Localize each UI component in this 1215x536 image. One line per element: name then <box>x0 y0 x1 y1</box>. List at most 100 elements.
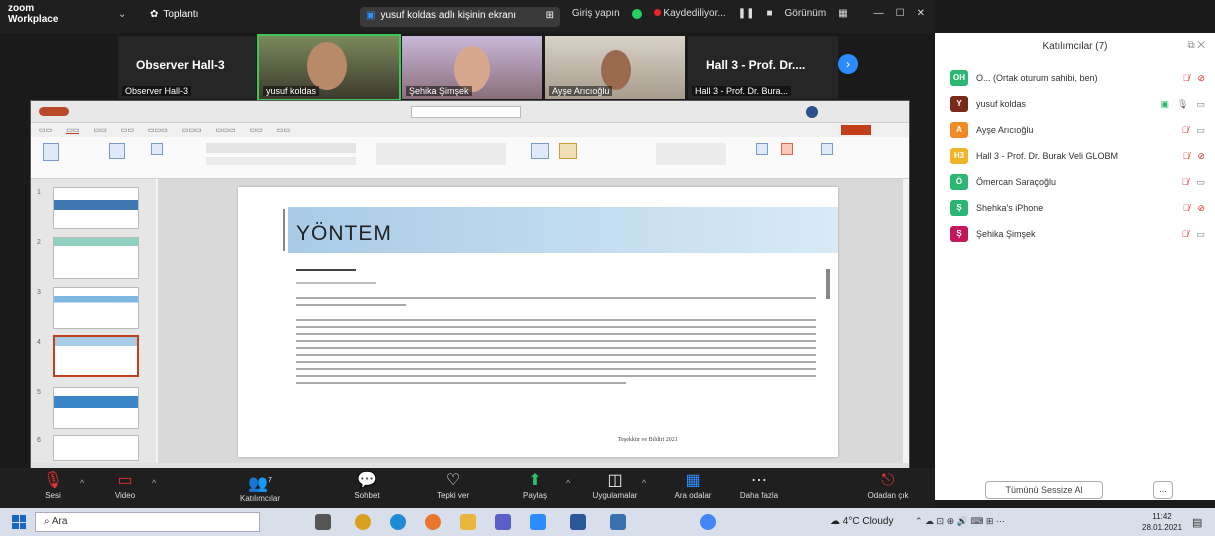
chevron-up-icon[interactable]: ^ <box>152 478 156 488</box>
participant-row[interactable]: OH O... (Ortak oturum sahibi, ben) 🎙̸ ⊘ <box>950 67 1205 89</box>
avatar: Ö <box>950 174 968 190</box>
mic-muted-icon[interactable]: 🎙̸ <box>1183 73 1190 83</box>
avatar: OH <box>950 70 968 86</box>
camera-off-icon[interactable]: ⊘ <box>1197 73 1205 84</box>
file-explorer-icon[interactable] <box>460 514 476 530</box>
taskbar-clock[interactable]: 11:42 28.01.2021 <box>1142 511 1182 533</box>
participant-row[interactable]: Y yusuf koldas ▣ 🎙 ▭ <box>950 93 1205 115</box>
mic-muted-icon[interactable]: 🎙̸ <box>1183 151 1190 161</box>
video-tile-yusuf[interactable]: yusuf koldas <box>257 34 401 101</box>
video-button[interactable]: ▭ Video <box>100 471 150 500</box>
participant-row[interactable]: A Ayşe Arıcıoğlu 🎙̸ ▭ <box>950 119 1205 141</box>
shapes-icon <box>531 143 549 159</box>
participant-name: yusuf koldas <box>976 99 1027 109</box>
slide-thumbnail <box>53 287 139 329</box>
camera-off-icon[interactable]: ⊘ <box>1197 151 1205 162</box>
chrome-alt-icon[interactable] <box>700 514 716 530</box>
zoom-app-icon[interactable] <box>530 514 546 530</box>
share-button[interactable]: ⬆ Paylaş <box>510 471 560 500</box>
chat-button[interactable]: 💬 Sohbet <box>342 471 392 500</box>
body-text-line <box>296 304 406 306</box>
close-icon[interactable]: ✕ <box>917 8 925 19</box>
leave-button[interactable]: ⎋ Odadan çık <box>860 471 916 500</box>
camera-icon[interactable]: ▭ <box>1196 177 1205 188</box>
stop-record-icon[interactable]: ■ <box>766 8 772 19</box>
edge-icon[interactable] <box>390 514 406 530</box>
vertical-scrollbar <box>826 269 830 299</box>
task-view-icon[interactable] <box>315 514 331 530</box>
participants-label: Katılımcılar <box>239 494 280 504</box>
participants-panel: Katılımcılar (7) ⧉ ✕ OH O... (Ortak otur… <box>935 33 1215 500</box>
mic-icon[interactable]: 🎙 <box>1177 99 1188 110</box>
more-options-button[interactable]: ... <box>1153 481 1173 499</box>
video-tile-observer[interactable]: Observer Hall-3 Observer Hall-3 <box>118 36 256 99</box>
camera-icon[interactable]: ▭ <box>1196 99 1205 110</box>
participant-name: Ömercan Saraçoğlu <box>976 177 1057 187</box>
sign-in-link[interactable]: Giriş yapın <box>572 8 620 19</box>
screen-share-icon: ▣ <box>1160 98 1170 109</box>
chevron-up-icon[interactable]: ^ <box>80 478 84 488</box>
mute-button[interactable]: 🎙 Sesi <box>28 471 78 500</box>
pause-record-icon[interactable]: ❚❚ <box>738 8 755 19</box>
camera-icon[interactable]: ▭ <box>1196 229 1205 240</box>
tab-design: ▭▭ <box>120 127 134 134</box>
apps-button[interactable]: ◫ Uygulamalar <box>590 471 640 500</box>
slide-thumbnail <box>53 187 139 229</box>
taskbar-search-input[interactable]: ⌕ Ara <box>35 512 260 532</box>
video-off-icon: ▭ <box>117 472 133 489</box>
chevron-up-icon[interactable]: ^ <box>642 478 646 488</box>
participant-row[interactable]: H3 Hall 3 - Prof. Dr. Burak Veli GLOBM 🎙… <box>950 145 1205 167</box>
security-shield-icon[interactable] <box>631 8 642 19</box>
system-tray-icons[interactable]: ⌃ ☁ ⊡ ⊕ 🔊 ⌨ ⊞ ⋯ <box>915 516 1005 527</box>
participant-row[interactable]: Ö Ömercan Saraçoğlu 🎙̸ ▭ <box>950 171 1205 193</box>
tab-insert: ▭▭ <box>93 127 107 134</box>
chevron-up-icon[interactable]: ^ <box>566 478 570 488</box>
windows-start-icon[interactable] <box>12 515 26 529</box>
camera-off-icon[interactable]: ⊘ <box>1197 203 1205 214</box>
word-icon[interactable] <box>570 514 586 530</box>
screen-share-indicator[interactable]: ▣ yusuf koldas adlı kişinin ekranı ⊞ <box>360 7 560 27</box>
video-strip: Observer Hall-3 Observer Hall-3 yusuf ko… <box>118 34 888 101</box>
mute-all-button[interactable]: Tümünü Sessize Al <box>985 481 1103 499</box>
shield-icon: ✿ <box>150 9 159 20</box>
grid-icon[interactable]: ▦ <box>838 8 847 19</box>
tab-review: ▭▭ <box>249 127 263 134</box>
meeting-info[interactable]: ✿ Toplantı <box>150 9 198 20</box>
body-text-line <box>296 333 816 335</box>
tab-animations: ▭▭▭ <box>181 127 202 134</box>
chevron-down-icon[interactable]: ⌄ <box>118 9 126 20</box>
video-tile-ayse[interactable]: Ayşe Arıcıoğlu <box>545 36 685 99</box>
camera-icon[interactable]: ▭ <box>1196 125 1205 136</box>
view-menu-button[interactable]: Görünüm <box>785 8 827 19</box>
popout-icon[interactable]: ⧉ ✕ <box>1187 40 1205 51</box>
mic-muted-icon[interactable]: 🎙̸ <box>1182 177 1189 187</box>
maximize-icon[interactable]: ☐ <box>896 8 905 19</box>
participant-row[interactable]: Ş Şehika Şimşek 🎙̸ ▭ <box>950 223 1205 245</box>
mic-muted-icon[interactable]: 🎙̸ <box>1183 203 1190 213</box>
view-options-icon[interactable]: ⊞ <box>546 10 554 24</box>
thumb-number: 6 <box>37 437 41 444</box>
minimize-icon[interactable]: — <box>874 8 884 19</box>
participants-button[interactable]: 👥7 Katılımcılar <box>235 471 285 503</box>
firefox-icon[interactable] <box>425 514 441 530</box>
chrome-icon[interactable] <box>355 514 371 530</box>
more-button[interactable]: ⋯ Daha fazla <box>734 471 784 500</box>
next-page-button[interactable]: › <box>838 54 858 74</box>
chat-icon: 💬 <box>357 472 377 489</box>
leave-label: Odadan çık <box>867 491 909 500</box>
mic-muted-icon[interactable]: 🎙̸ <box>1182 125 1189 135</box>
search-icon: ⌕ <box>44 516 50 527</box>
notification-icon[interactable]: ▤ <box>1192 516 1202 529</box>
mic-muted-icon[interactable]: 🎙̸ <box>1182 229 1189 239</box>
video-tile-hall3[interactable]: Hall 3 - Prof. Dr.... Hall 3 - Prof. Dr.… <box>688 36 838 99</box>
more-icon: ⋯ <box>751 472 767 489</box>
participant-row[interactable]: Ş Shehka's iPhone 🎙̸ ⊘ <box>950 197 1205 219</box>
video-tile-sehika[interactable]: Şehika Şimşek <box>402 36 542 99</box>
weather-widget[interactable]: ☁ 4°C Cloudy <box>830 516 893 527</box>
powerpoint-icon[interactable] <box>610 514 626 530</box>
breakout-rooms-button[interactable]: ▦ Ara odalar <box>668 471 718 500</box>
tile-name-label: yusuf koldas <box>263 86 320 96</box>
react-button[interactable]: ♡ Tepki ver <box>428 471 478 500</box>
teams-icon[interactable] <box>495 514 511 530</box>
recording-indicator[interactable]: Kaydediliyor... <box>653 8 726 19</box>
